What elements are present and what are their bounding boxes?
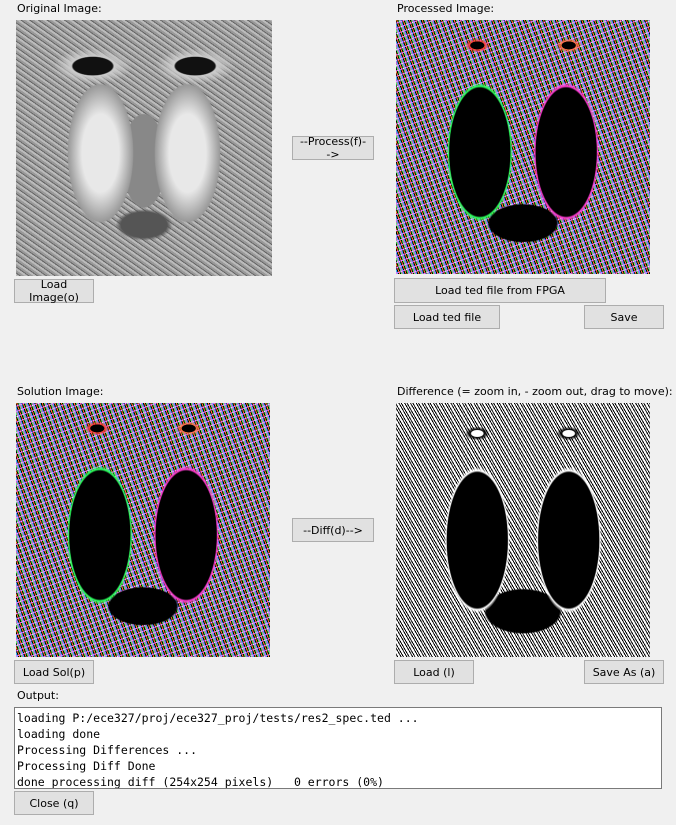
output-line: Processing Differences ... — [17, 743, 198, 757]
output-line: loading done — [17, 727, 101, 741]
solution-image-label: Solution Image: — [17, 385, 104, 398]
save-as-button[interactable]: Save As (a) — [584, 660, 664, 684]
output-label: Output: — [17, 689, 59, 702]
load-ted-fpga-button[interactable]: Load ted file from FPGA — [394, 278, 606, 303]
output-textarea[interactable]: loading P:/ece327/proj/ece327_proj/tests… — [14, 707, 662, 789]
solution-image — [16, 403, 270, 657]
diff-button[interactable]: --Diff(d)--> — [292, 518, 374, 542]
difference-image[interactable] — [396, 403, 650, 657]
output-line: done processing diff (254x254 pixels) 0 … — [17, 775, 384, 789]
load-image-button[interactable]: Load Image(o) — [14, 278, 94, 304]
difference-image-label: Difference (= zoom in, - zoom out, drag … — [397, 385, 673, 398]
original-image — [16, 20, 272, 276]
save-button[interactable]: Save — [584, 305, 664, 329]
load-ted-button[interactable]: Load ted file — [394, 305, 500, 329]
output-line: Processing Diff Done — [17, 759, 156, 773]
process-button[interactable]: --Process(f)--> — [292, 135, 374, 161]
close-button[interactable]: Close (q) — [14, 791, 94, 815]
processed-image-label: Processed Image: — [397, 2, 495, 15]
original-image-label: Original Image: — [17, 2, 102, 15]
processed-image — [396, 20, 650, 274]
output-line: loading P:/ece327/proj/ece327_proj/tests… — [17, 711, 419, 725]
load-diff-button[interactable]: Load (l) — [394, 660, 474, 684]
load-sol-button[interactable]: Load Sol(p) — [14, 660, 94, 684]
